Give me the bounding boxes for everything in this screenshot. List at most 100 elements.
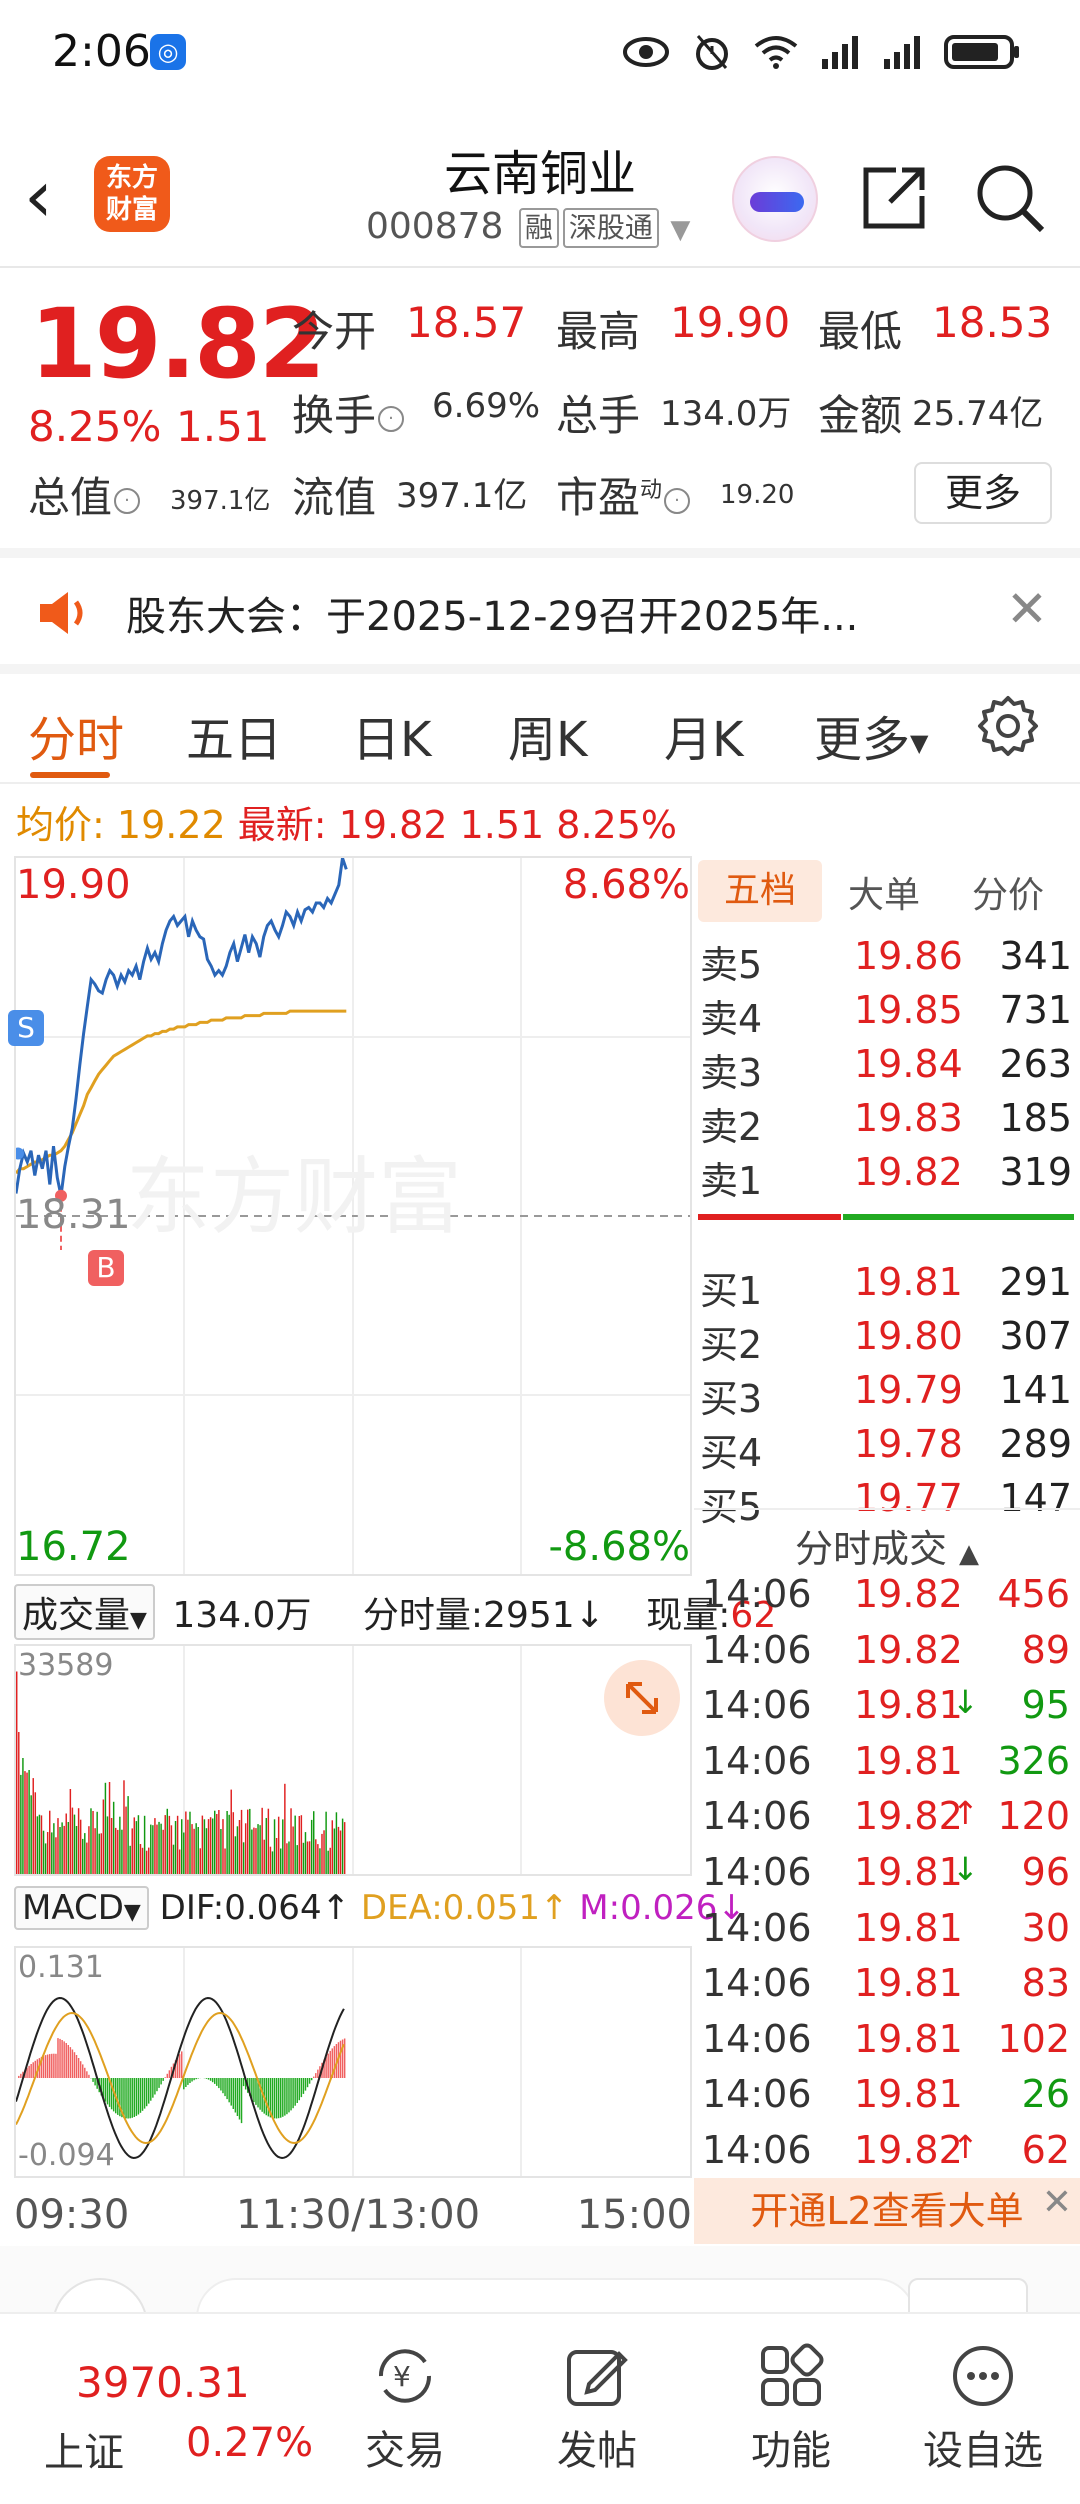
macd-bar (127, 2078, 129, 2119)
volume-bar (82, 1838, 84, 1874)
volume-bar (290, 1808, 292, 1874)
volume-bar (92, 1811, 94, 1874)
tab-price-distribution[interactable]: 分价 (972, 866, 1044, 918)
emoji-button[interactable] (908, 2278, 1028, 2312)
expand-icon[interactable] (604, 1660, 680, 1736)
ask-row[interactable]: 卖5 19.86 341 (694, 934, 1080, 988)
macd-bar (59, 2038, 61, 2078)
volume-bar (34, 1792, 37, 1874)
nav-post-label: 发帖 (557, 2428, 637, 2474)
volume-bar (90, 1808, 92, 1874)
volume-bar (310, 1819, 313, 1874)
tab-weekly-k[interactable]: 周K (508, 700, 587, 770)
bid-row[interactable]: 买1 19.81 291 (694, 1260, 1080, 1314)
tab-more[interactable]: 更多▼ (814, 700, 928, 770)
volume-bar (255, 1828, 257, 1874)
l2-upgrade-banner[interactable]: 开通L2查看大单 ✕ (694, 2178, 1080, 2244)
nav-post[interactable]: 发帖 (522, 2334, 672, 2494)
intraday-chart[interactable]: 东方财富 19.90 8.68% 18.31 16.72 -8.68% S B (8, 856, 692, 1576)
stock-code-row[interactable]: 000878 融深股通 ▼ (366, 206, 690, 248)
trade-time: 14:06 (702, 2016, 812, 2061)
nav-features[interactable]: 功能 (716, 2334, 866, 2494)
share-icon[interactable] (856, 160, 932, 236)
mktcap-label: 总值 · (28, 464, 141, 525)
volume-bar (164, 1815, 166, 1874)
macd-bar (242, 2078, 245, 2087)
trade-row: 14:06 19.82 456 (694, 1572, 1080, 1628)
info-icon[interactable]: · (378, 405, 405, 432)
tab-daily-k[interactable]: 日K (352, 700, 431, 770)
search-icon[interactable] (972, 160, 1048, 236)
trade-price: 19.82 (854, 1572, 963, 1616)
bottom-nav: 3970.31 上证 0.27% ¥ 交易 发帖 功能 设自选 (0, 2312, 1080, 2504)
order-book-tabs: 五档 大单 分价 (694, 856, 1080, 924)
tab-five-levels[interactable]: 五档 (698, 860, 822, 922)
close-icon[interactable]: ✕ (1006, 580, 1048, 638)
bid-qty: 141 (999, 1368, 1072, 1412)
macd-bar (317, 2069, 319, 2078)
ai-assistant-icon[interactable] (732, 156, 818, 242)
more-button[interactable]: 更多 (914, 462, 1052, 524)
info-icon[interactable]: · (114, 487, 141, 514)
info-icon[interactable]: · (664, 487, 691, 514)
macd-bar (214, 2078, 216, 2084)
latest-label: 最新: (237, 803, 327, 847)
bid-row[interactable]: 买3 19.79 141 (694, 1368, 1080, 1422)
more-dots-icon (953, 2346, 1013, 2406)
notice-bar[interactable]: 股东大会：于2025-12-29召开2025年... ✕ (0, 558, 1080, 666)
message-icon[interactable] (52, 2278, 148, 2312)
macd-dropdown[interactable]: MACD▼ (14, 1886, 149, 1930)
turnover-value: 6.69% (432, 386, 541, 426)
volume-bar (135, 1821, 138, 1874)
ask-row[interactable]: 卖2 19.83 185 (694, 1096, 1080, 1150)
ask-row[interactable]: 卖1 19.82 319 (694, 1150, 1080, 1204)
latest-change: 1.51 (459, 803, 545, 847)
macd-chart[interactable]: 0.131 -0.094 (14, 1946, 692, 2178)
ask-row[interactable]: 卖3 19.84 263 (694, 1042, 1080, 1096)
macd-bar (73, 2052, 76, 2078)
tab-monthly-k[interactable]: 月K (664, 700, 743, 770)
mktcap-value: 397.1亿 (170, 486, 271, 516)
sell-marker[interactable]: S (8, 1010, 44, 1046)
macd-bar (143, 2078, 146, 2109)
trade-row: 14:06 19.81 ↓ 95 (694, 1683, 1080, 1739)
gear-icon[interactable] (976, 694, 1040, 758)
volume-bar (323, 1830, 325, 1874)
volume-chart[interactable]: 33589 (14, 1644, 692, 1876)
index-name: 上证 (44, 2430, 124, 2476)
tab-intraday[interactable]: 分时 (28, 700, 124, 770)
minute-volume: 分时量:2951↓ (362, 1595, 605, 1636)
ask-row[interactable]: 卖4 19.85 731 (694, 988, 1080, 1042)
comment-bar (0, 2246, 1080, 2312)
close-icon[interactable]: ✕ (1042, 2170, 1072, 2236)
macd-bar (28, 2065, 30, 2078)
bid-row[interactable]: 买4 19.78 289 (694, 1422, 1080, 1476)
macd-bar (327, 2053, 329, 2078)
indicator-dropdown[interactable]: 成交量▼ (14, 1584, 155, 1640)
dropdown-triangle-icon: ▼ (910, 729, 929, 757)
trade-row: 14:06 19.82 ↑ 120 (694, 1794, 1080, 1850)
macd-bar (315, 2073, 317, 2078)
nav-trade[interactable]: ¥ 交易 (330, 2334, 480, 2494)
bid-row[interactable]: 买2 19.80 307 (694, 1314, 1080, 1368)
trade-price: 19.82 (854, 2128, 963, 2172)
volume-bar (302, 1842, 305, 1874)
volume-bar (100, 1833, 103, 1874)
buy-marker[interactable]: B (88, 1250, 124, 1286)
comment-input[interactable] (196, 2278, 916, 2312)
y-top-label: 19.90 (16, 862, 131, 908)
macd-bar (187, 2078, 189, 2085)
nav-watchlist[interactable]: 设自选 (908, 2334, 1058, 2494)
trade-volume: 26 (1021, 2072, 1070, 2117)
tab-big-orders[interactable]: 大单 (848, 866, 920, 918)
macd-bar (55, 2053, 57, 2078)
trades-header[interactable]: 分时成交 ▲ (694, 1508, 1080, 1572)
macd-bar (284, 2078, 286, 2116)
volume-bar (341, 1818, 344, 1874)
macd-bar (277, 2078, 280, 2119)
open-label: 今开 (292, 307, 377, 356)
trade-volume: 30 (1021, 1905, 1070, 1950)
trade-price: 19.81 (854, 1738, 963, 1783)
tab-five-day[interactable]: 五日 (186, 700, 282, 770)
trade-icon: ¥ (378, 2349, 432, 2403)
